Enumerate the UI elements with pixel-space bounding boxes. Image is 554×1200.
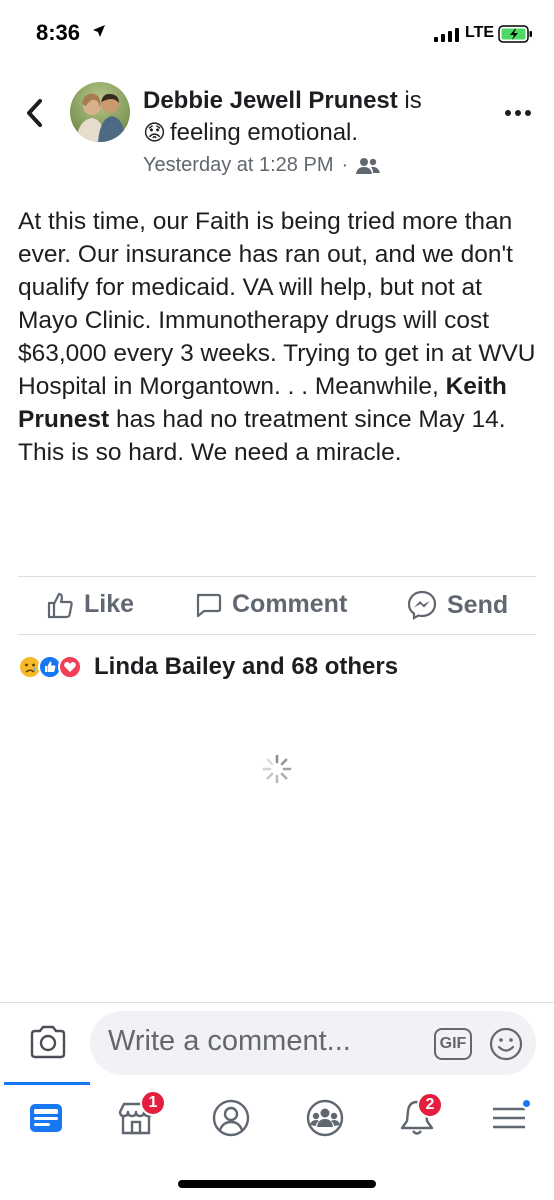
post-actions: Like Comment Send	[18, 582, 536, 632]
back-chevron-icon[interactable]	[20, 96, 50, 130]
divider	[18, 576, 536, 577]
tab-menu[interactable]	[487, 1096, 532, 1140]
author-suffix: is	[397, 87, 422, 114]
camera-icon[interactable]	[28, 1024, 68, 1060]
gif-button[interactable]: GIF	[434, 1028, 472, 1060]
tab-profile[interactable]	[209, 1096, 253, 1140]
post-body-part1: At this time, our Faith is being tried m…	[18, 208, 536, 400]
post-meta: Yesterday at 1:28 PM ·	[143, 154, 381, 177]
meta-separator: ·	[341, 154, 349, 176]
feeling-activity: 😟 feeling emotional.	[143, 118, 358, 148]
notifications-badge: 2	[417, 1092, 443, 1118]
like-label: Like	[84, 590, 135, 618]
divider	[0, 1002, 554, 1003]
divider	[18, 634, 536, 635]
send-button[interactable]: Send	[407, 590, 508, 620]
more-options-icon[interactable]	[504, 108, 532, 118]
active-tab-indicator	[4, 1082, 90, 1085]
love-icon	[58, 655, 82, 679]
home-indicator	[178, 1180, 376, 1188]
comment-label: Comment	[232, 590, 348, 618]
tab-marketplace[interactable]: 1	[114, 1090, 166, 1140]
author-line: Debbie Jewell Prunest is	[143, 86, 503, 116]
status-bar: 8:36 LTE	[0, 0, 554, 70]
status-time: 8:36	[36, 20, 81, 45]
avatar-photo	[70, 82, 130, 142]
messenger-icon	[407, 590, 437, 620]
reactions-text: Linda Bailey and 68 others	[94, 653, 399, 680]
marketplace-badge: 1	[140, 1090, 166, 1116]
location-arrow-icon	[93, 25, 105, 37]
like-button[interactable]: Like	[46, 590, 134, 619]
author-name[interactable]: Debbie Jewell Prunest	[143, 87, 398, 114]
network-type: LTE	[465, 24, 495, 41]
comment-bubble-icon	[196, 593, 222, 617]
thumbs-up-icon	[47, 592, 73, 618]
feeling-emoji: 😟	[143, 120, 166, 145]
tab-groups[interactable]	[303, 1096, 347, 1140]
send-label: Send	[447, 590, 509, 619]
signal-strength-icon	[434, 28, 459, 42]
battery-charging-icon	[498, 25, 532, 43]
comment-button[interactable]: Comment	[194, 590, 347, 619]
tab-notifications[interactable]: 2	[395, 1092, 443, 1140]
friends-icon	[356, 157, 381, 174]
reactions-summary[interactable]: Linda Bailey and 68 others	[18, 653, 398, 681]
comment-placeholder: Write a comment...	[108, 1025, 351, 1057]
emoji-icon[interactable]	[489, 1027, 523, 1061]
post-timestamp[interactable]: Yesterday at 1:28 PM	[143, 154, 334, 177]
feeling-text: feeling emotional.	[169, 119, 359, 146]
reaction-icons	[18, 655, 82, 679]
loading-spinner-icon	[262, 754, 292, 784]
tab-news-feed[interactable]	[24, 1096, 68, 1140]
author-avatar[interactable]	[70, 82, 130, 142]
post-body: At this time, our Faith is being tried m…	[18, 205, 538, 469]
menu-dot-indicator	[521, 1098, 532, 1109]
